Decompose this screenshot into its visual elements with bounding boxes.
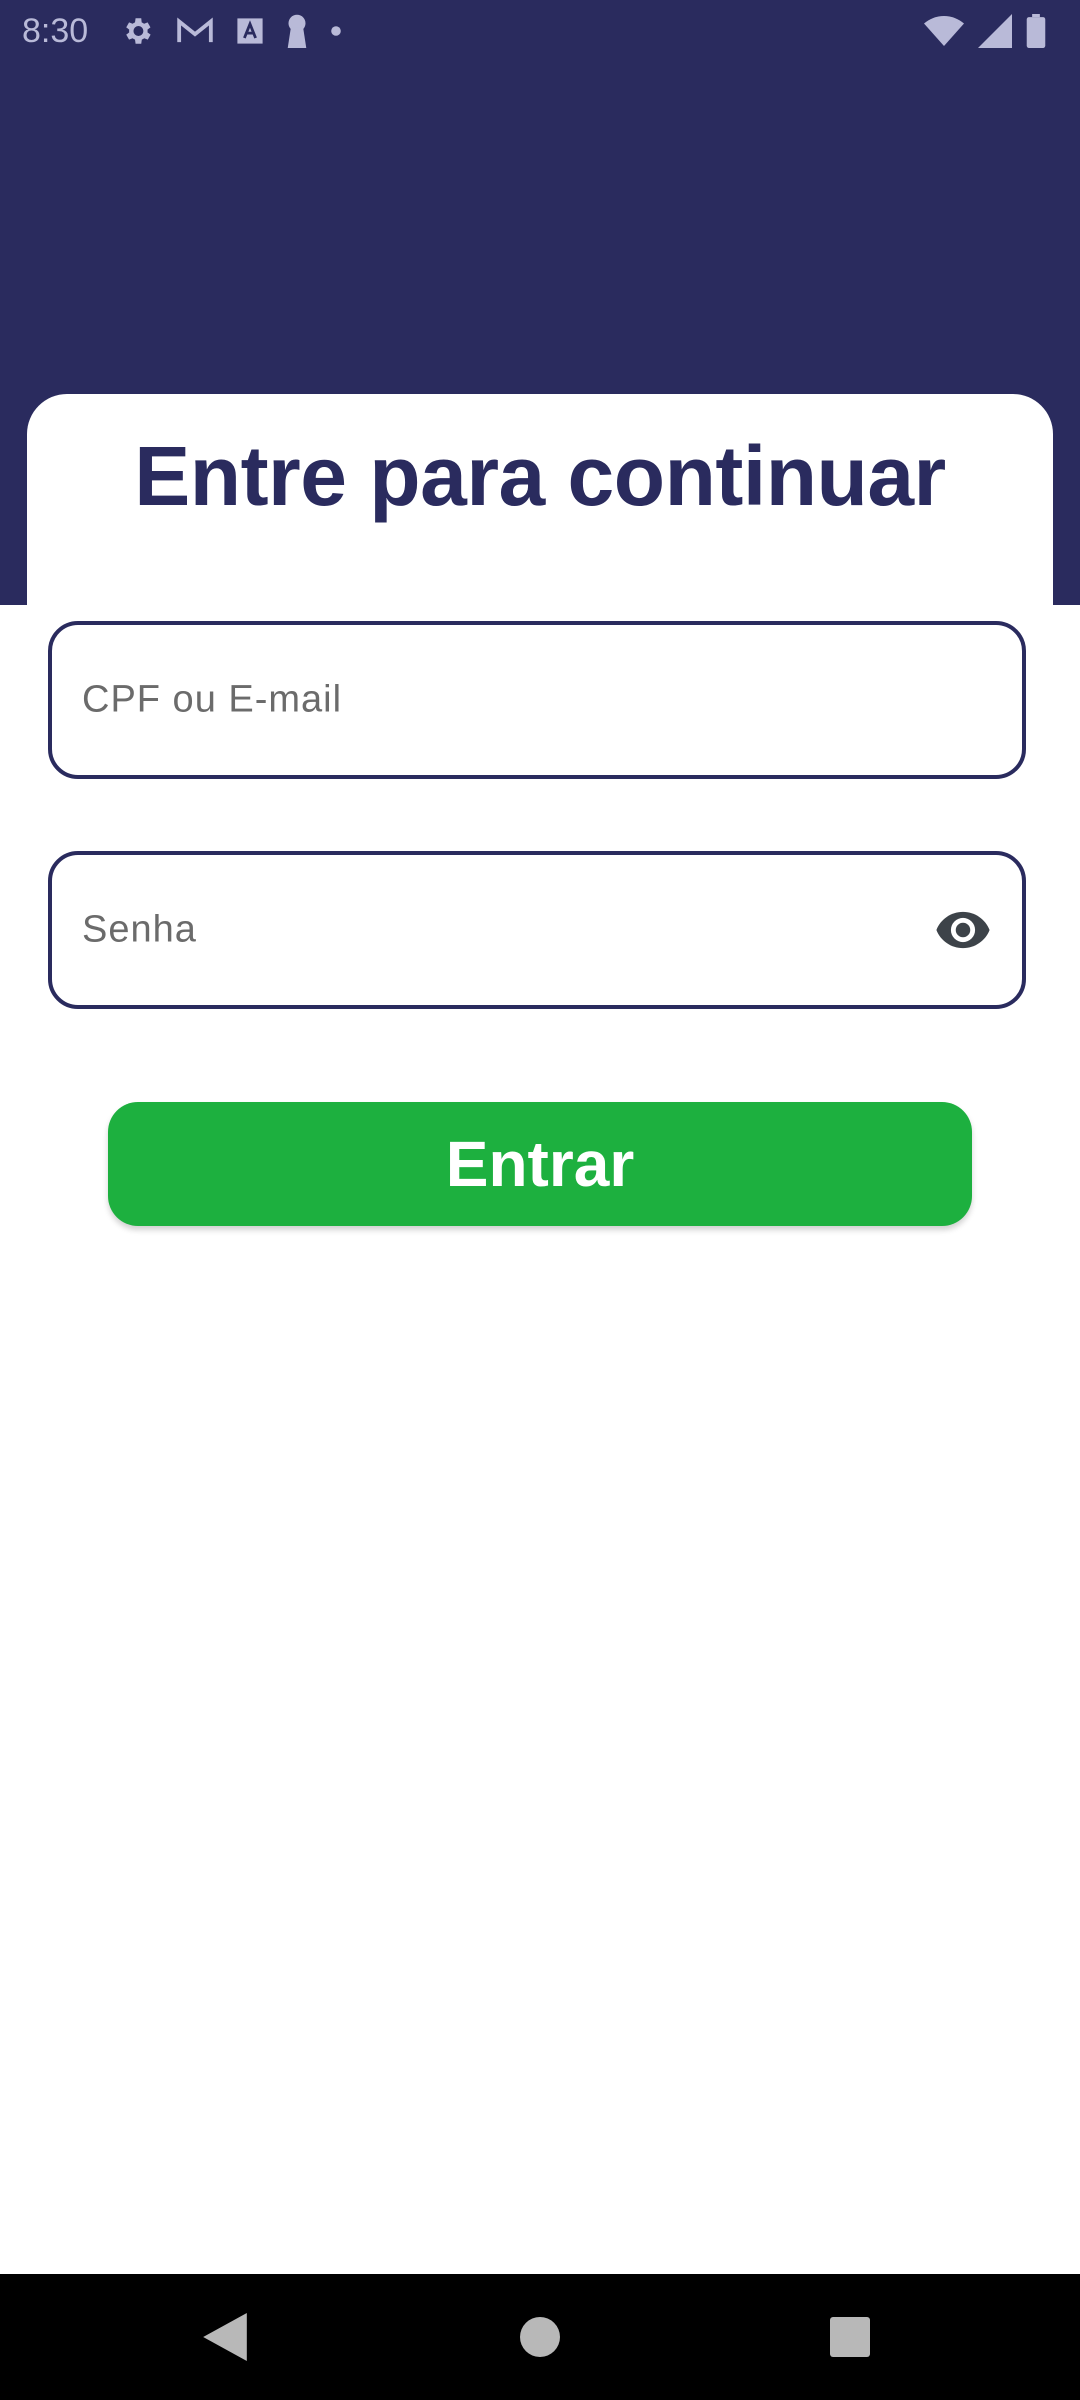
wifi-icon [924,16,964,46]
recents-square-icon[interactable] [817,2304,883,2370]
back-triangle-icon[interactable] [192,2304,258,2370]
password-field[interactable]: Senha [48,851,1026,1009]
battery-icon [1026,14,1046,48]
status-bar: 8:30 [0,0,1080,62]
font-icon [237,18,263,44]
status-icons-left [120,13,342,49]
status-time: 8:30 [22,12,89,50]
page-title: Entre para continuar [134,429,946,523]
status-icons-right [924,13,1046,49]
keyhole-icon [287,14,307,48]
dot-icon [331,26,341,36]
email-placeholder: CPF ou E-mail [82,678,343,721]
signal-icon [978,14,1012,48]
navigation-bar [0,2274,1080,2400]
eye-icon[interactable] [932,899,994,961]
submit-button[interactable]: Entrar [108,1102,972,1226]
email-field[interactable]: CPF ou E-mail [48,621,1026,779]
home-circle-icon[interactable] [507,2304,573,2370]
password-placeholder: Senha [82,908,197,951]
gmail-icon [177,17,213,43]
settings-icon [126,18,151,44]
